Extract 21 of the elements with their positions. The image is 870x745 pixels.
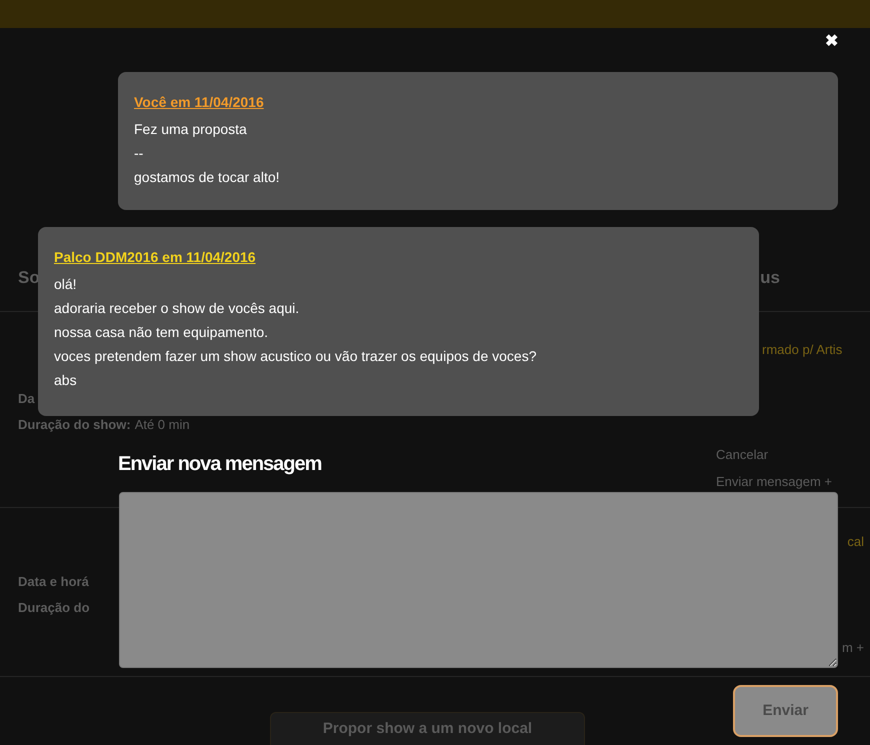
date-label: Da	[18, 390, 35, 408]
message-text: olá! adoraria receber o show de vocês aqui. nossa casa não tem equipamento. voces pretendem fazer um show acustico ou vão trazer os equipos de voces? abs	[54, 275, 536, 390]
action-link[interactable]: Enviar mensagem +	[716, 472, 832, 492]
close-icon[interactable]: ✖	[825, 34, 838, 50]
message-author: Você em 11/04/2016	[134, 93, 264, 112]
duration-value: Até 0 min	[134, 416, 190, 434]
status-text: cal	[847, 533, 864, 551]
compose-heading: Enviar nova mensagem	[118, 452, 322, 476]
propose-button[interactable]: Propor show a um novo local	[270, 712, 585, 745]
duration-label: Duração do	[18, 598, 90, 617]
message-input[interactable]	[119, 492, 838, 668]
section-heading: us	[760, 267, 780, 289]
send-button[interactable]: Enviar	[733, 685, 838, 737]
section-heading: So	[18, 267, 40, 289]
action-link[interactable]: Cancelar	[716, 444, 768, 464]
date-label: Data e horá	[18, 573, 89, 591]
message-text: Fez uma proposta -- gostamos de tocar alto!	[134, 120, 280, 187]
status-text: rmado p/ Artis	[762, 341, 842, 359]
message-author: Palco DDM2016 em 11/04/2016	[54, 248, 256, 267]
duration-label: Duração do show:	[18, 416, 131, 434]
action-link[interactable]: m +	[842, 638, 864, 657]
